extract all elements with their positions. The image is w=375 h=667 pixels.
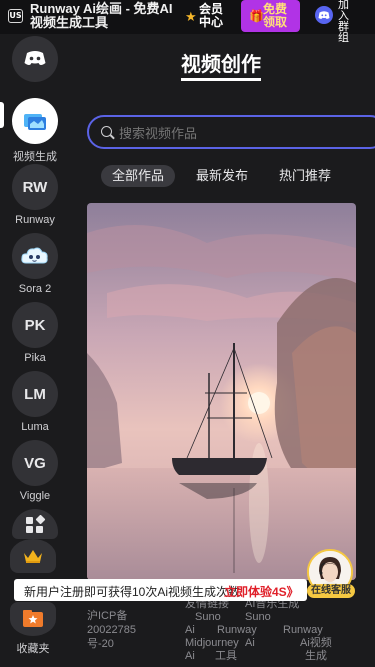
top-bar: US Runway Ai绘画 - 免费AI视频生成工具 ★ 会员中心 🎁 免费领… bbox=[0, 0, 375, 44]
footer-link[interactable]: Ai bbox=[185, 650, 195, 663]
footer-link[interactable]: Midjourney bbox=[185, 637, 239, 650]
footer-link[interactable]: 生成 bbox=[305, 650, 327, 663]
sidebar-item-label: Runway bbox=[15, 214, 55, 226]
sidebar-item-luma[interactable]: LM Luma bbox=[0, 371, 70, 433]
sidebar-item-pika[interactable]: PK Pika bbox=[0, 302, 70, 364]
sidebar-item-label: 视频生成 bbox=[13, 151, 57, 163]
tab-latest[interactable]: 最新发布 bbox=[185, 165, 259, 187]
icp-suffix: 号-20 bbox=[87, 638, 114, 650]
favorites-label: 收藏夹 bbox=[16, 643, 50, 655]
icp-label: 沪ICP备 bbox=[87, 610, 128, 622]
footer-link[interactable]: 工具 bbox=[215, 650, 237, 663]
sidebar-item-label: Luma bbox=[21, 421, 49, 433]
icp-number: 20022785 bbox=[87, 624, 136, 636]
promo-link[interactable]: 立即体验4S》 bbox=[224, 583, 299, 600]
sidebar-item-label: Sora 2 bbox=[18, 283, 52, 295]
sidebar-item-sora[interactable]: Sora 2 bbox=[0, 233, 70, 295]
search-input[interactable] bbox=[119, 123, 369, 143]
folder-star-icon bbox=[23, 610, 43, 627]
gift-icon: 🎁 bbox=[249, 9, 264, 23]
site-logo[interactable]: US bbox=[8, 9, 23, 23]
vip-center-link[interactable]: 会员中心 bbox=[199, 3, 225, 29]
join-group-link[interactable]: 加入群组 bbox=[338, 0, 350, 44]
page-title: 视频创作 bbox=[181, 48, 261, 81]
video-folder-icon bbox=[12, 98, 58, 144]
discord-icon[interactable] bbox=[315, 6, 333, 24]
discord-icon bbox=[12, 36, 58, 82]
sidebar-item-video[interactable]: 视频生成 bbox=[0, 98, 70, 164]
footer-link[interactable]: Suno bbox=[245, 611, 271, 624]
search-bar[interactable] bbox=[87, 115, 375, 149]
featured-video-thumbnail[interactable] bbox=[87, 203, 356, 580]
promo-banner[interactable]: 新用户注册即可获得10次Ai视频生成次数 立即体验4S》 bbox=[14, 579, 307, 601]
footer-link[interactable]: Runway bbox=[217, 624, 257, 637]
sidebar-item-label: Pika bbox=[24, 352, 46, 364]
sidebar-item-runway[interactable]: RW Runway bbox=[0, 164, 70, 226]
tab-all[interactable]: 全部作品 bbox=[101, 165, 175, 187]
footer-link[interactable]: Runway bbox=[283, 624, 323, 637]
footer-link[interactable]: Ai bbox=[245, 637, 255, 650]
runway-icon: RW bbox=[12, 164, 58, 210]
page-header-title: Runway Ai绘画 - 免费AI视频生成工具 bbox=[30, 1, 173, 30]
pika-icon: PK bbox=[12, 302, 58, 348]
star-icon: ★ bbox=[185, 9, 197, 24]
cloud-face-icon bbox=[12, 233, 58, 279]
sidebar-item-label: Viggle bbox=[19, 490, 51, 502]
footer-link[interactable]: Ai bbox=[185, 624, 195, 637]
sidebar-item-viggle[interactable]: VG Viggle bbox=[0, 440, 70, 502]
favorites-button[interactable] bbox=[10, 602, 56, 636]
viggle-icon: VG bbox=[12, 440, 58, 486]
luma-icon: LM bbox=[12, 371, 58, 417]
free-gift-button[interactable]: 🎁 免费领取 bbox=[241, 0, 300, 32]
sidebar-item-discord[interactable] bbox=[0, 36, 70, 82]
apps-grid-icon bbox=[12, 509, 58, 539]
customer-service-label[interactable]: 在线客服 bbox=[307, 584, 355, 598]
footer-link[interactable]: Suno bbox=[195, 611, 221, 624]
sidebar-item-apps[interactable] bbox=[0, 509, 70, 539]
footer-link[interactable]: Ai视频 bbox=[300, 637, 332, 650]
crown-icon[interactable] bbox=[10, 539, 56, 573]
search-icon bbox=[101, 126, 112, 137]
gift-label: 免费领取 bbox=[263, 2, 288, 29]
tab-popular[interactable]: 热门推荐 bbox=[268, 165, 342, 187]
promo-text: 新用户注册即可获得10次Ai视频生成次数 bbox=[24, 585, 241, 599]
